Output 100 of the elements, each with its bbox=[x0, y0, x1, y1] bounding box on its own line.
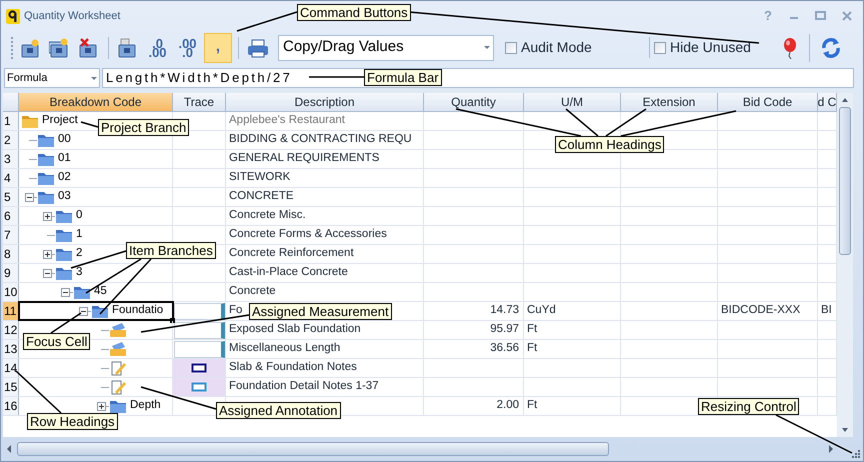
refresh-icon bbox=[820, 36, 842, 58]
row-number: 10 bbox=[3, 283, 19, 301]
row-number: 12 bbox=[3, 321, 19, 339]
trace-bar bbox=[174, 302, 224, 320]
scroll-down-icon[interactable] bbox=[842, 428, 848, 432]
table-cell-text: Exposed Slab Foundation bbox=[229, 322, 361, 338]
table-cell-text: Concrete bbox=[229, 284, 276, 300]
trace-bar bbox=[174, 340, 224, 358]
callout-label: Command Buttons bbox=[297, 4, 411, 21]
column-header[interactable]: Bid Code bbox=[718, 93, 818, 111]
table-cell-text: Concrete Forms & Accessories bbox=[229, 227, 387, 242]
table-cell-text: BIDDING & CONTRACTING REQU bbox=[229, 132, 412, 148]
collapse-icon[interactable] bbox=[42, 268, 52, 278]
column-header[interactable]: Trace bbox=[173, 93, 226, 111]
horizontal-scrollbar[interactable] bbox=[7, 439, 833, 459]
scroll-up-icon[interactable] bbox=[842, 98, 848, 102]
app-logo-icon bbox=[6, 8, 20, 24]
column-header[interactable]: Description bbox=[226, 93, 424, 111]
table-cell-text: Ft bbox=[527, 398, 538, 414]
collapse-icon[interactable] bbox=[60, 288, 70, 296]
callout-label: Resizing Control bbox=[698, 398, 800, 415]
collapse-icon[interactable] bbox=[78, 306, 88, 316]
branch-label[interactable]: Foundatio bbox=[112, 302, 164, 320]
branch-label[interactable]: 3 bbox=[76, 264, 82, 282]
expand-icon[interactable] bbox=[42, 212, 52, 220]
row-number: 14 bbox=[3, 359, 19, 377]
row-number: 2 bbox=[3, 131, 19, 149]
scroll-left-icon[interactable] bbox=[7, 445, 11, 453]
collapse-icon[interactable] bbox=[24, 192, 34, 202]
comma-button[interactable]: , bbox=[204, 32, 232, 62]
expand-icon[interactable] bbox=[96, 402, 106, 410]
row-number: 9 bbox=[3, 264, 19, 282]
callout-label: Assigned Measurement bbox=[249, 303, 392, 320]
caret-icon bbox=[484, 46, 490, 49]
vertical-scrollbar[interactable] bbox=[837, 93, 853, 437]
branch-label[interactable]: 01 bbox=[58, 150, 71, 168]
branch-label[interactable]: 45 bbox=[94, 283, 107, 301]
branch-label[interactable]: 00 bbox=[58, 131, 71, 149]
row-number: 4 bbox=[3, 169, 19, 187]
table-cell-text: 36.56 bbox=[490, 341, 519, 356]
leader-line bbox=[80, 121, 98, 128]
tape-folder-icon bbox=[109, 340, 127, 358]
callout-label: Focus Cell bbox=[23, 333, 90, 350]
row-number: 15 bbox=[3, 378, 19, 396]
branch-label[interactable]: 1 bbox=[76, 226, 82, 244]
table-cell-text: Cast-in-Place Concrete bbox=[229, 265, 348, 280]
row-number: 8 bbox=[3, 245, 19, 263]
resize-grip-icon[interactable] bbox=[852, 450, 861, 459]
callout-label: Project Branch bbox=[98, 119, 190, 136]
field-dropdown[interactable]: Formula bbox=[4, 68, 100, 88]
column-header[interactable]: Extension bbox=[621, 93, 718, 111]
expand-icon[interactable] bbox=[42, 250, 52, 258]
table-cell-text: Concrete Misc. bbox=[229, 208, 306, 224]
column-header[interactable]: U/M bbox=[524, 93, 621, 111]
leader-line bbox=[50, 312, 82, 334]
tape-folder-icon bbox=[109, 321, 127, 339]
table-cell-text: 2.00 bbox=[496, 398, 519, 414]
row-number: 5 bbox=[3, 188, 19, 206]
checkbox[interactable] bbox=[505, 42, 517, 54]
row-number: 13 bbox=[3, 340, 19, 358]
column-header[interactable]: Quantity bbox=[424, 93, 524, 111]
leader-line bbox=[309, 76, 364, 78]
decimal-button[interactable]: .0 .00 bbox=[144, 32, 171, 62]
row-number: 11 bbox=[3, 302, 19, 320]
column-header[interactable]: Breakdown Code bbox=[19, 93, 173, 111]
callout-label: Assigned Annotation bbox=[216, 402, 341, 419]
table-cell-text: BIDCODE-XXX bbox=[721, 303, 800, 318]
checkbox[interactable] bbox=[654, 42, 666, 54]
checkbox-label: Hide Unused bbox=[670, 38, 751, 57]
branch-label[interactable]: 02 bbox=[58, 169, 71, 187]
branch-label[interactable]: 2 bbox=[76, 245, 82, 263]
branch-label[interactable]: 0 bbox=[76, 207, 82, 225]
table-cell-text: SITEWORK bbox=[229, 170, 290, 186]
branch-label[interactable]: Project bbox=[42, 112, 78, 130]
table-cell-text: CuYd bbox=[527, 303, 556, 318]
table-cell-text: Ft bbox=[527, 322, 538, 338]
mode-dropdown[interactable]: Copy/Drag Values bbox=[278, 34, 494, 60]
row-number: 16 bbox=[3, 397, 19, 415]
callout-label: Formula Bar bbox=[364, 69, 442, 86]
table-cell-text: CONCRETE bbox=[229, 189, 294, 204]
printer-icon bbox=[247, 38, 269, 58]
row-number: 7 bbox=[3, 226, 19, 244]
table-cell-text: Foundation Detail Notes 1-37 bbox=[229, 379, 379, 394]
trace-bar bbox=[174, 322, 224, 338]
row-number: 6 bbox=[3, 207, 19, 225]
caret-icon bbox=[91, 76, 97, 80]
branch-label[interactable]: Depth bbox=[130, 397, 161, 415]
branch-label[interactable]: 03 bbox=[58, 188, 71, 206]
row-number: 1 bbox=[3, 112, 19, 130]
decimal-button[interactable]: .00 .0 bbox=[174, 32, 201, 62]
leader-line bbox=[236, 11, 298, 32]
table-cell-text: Fo bbox=[229, 303, 242, 318]
callout-label: Row Headings bbox=[27, 413, 118, 430]
scroll-right-icon[interactable] bbox=[829, 445, 833, 453]
callout-label: Column Headings bbox=[555, 136, 664, 153]
table-cell-text: Slab & Foundation Notes bbox=[229, 360, 357, 376]
window-title: Quantity Worksheet bbox=[24, 8, 120, 24]
table-cell-text: Applebee's Restaurant bbox=[229, 113, 345, 128]
table-cell-text: GENERAL REQUIREMENTS bbox=[229, 151, 380, 166]
table-cell-text: 95.97 bbox=[490, 322, 519, 338]
